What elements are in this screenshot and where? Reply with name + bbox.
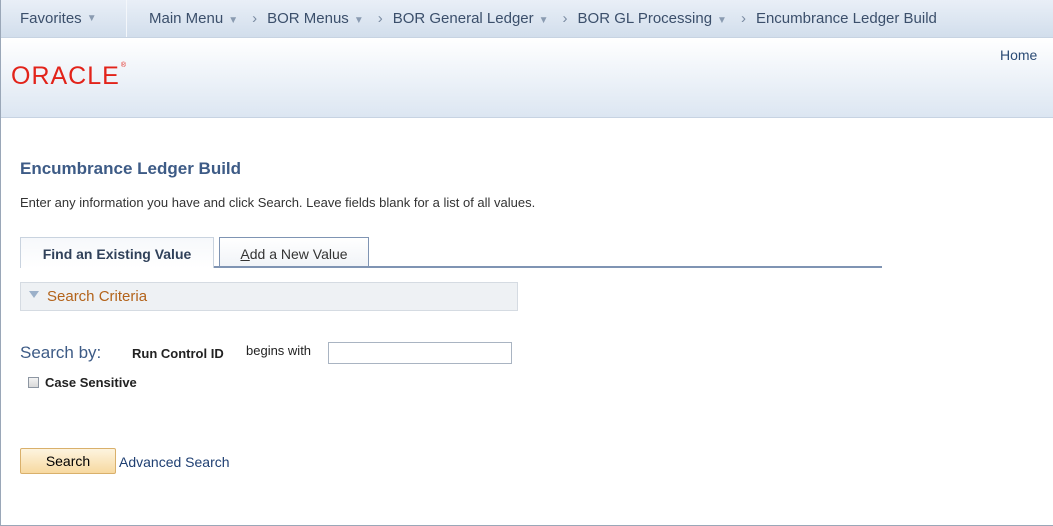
tab-accesskey: A <box>240 246 250 262</box>
advanced-search-link[interactable]: Advanced Search <box>119 454 230 470</box>
run-control-id-label: Run Control ID <box>132 346 224 361</box>
page-title: Encumbrance Ledger Build <box>20 159 242 178</box>
page-header: ORACLE® Home <box>1 38 1053 118</box>
chevron-right-icon: › <box>252 10 258 27</box>
breadcrumb-label: BOR General Ledger <box>392 10 534 27</box>
breadcrumb: Main Menu ▼ › BOR Menus ▼ › BOR General Le… <box>149 10 937 27</box>
favorites-label: Favorites <box>20 10 82 27</box>
search-criteria-label: Search Criteria <box>47 288 148 305</box>
home-link[interactable]: Home <box>1000 47 1037 63</box>
chevron-down-icon: ▼ <box>228 15 239 26</box>
tab-find-existing-value[interactable]: Find an Existing Value <box>20 237 214 268</box>
breadcrumb-label: BOR Menus <box>267 10 349 27</box>
chevron-down-icon: ▼ <box>538 15 549 26</box>
breadcrumb-item-current: Encumbrance Ledger Build <box>755 10 937 27</box>
case-sensitive-label: Case Sensitive <box>45 375 137 390</box>
chevron-right-icon: › <box>377 10 383 27</box>
breadcrumb-item-bor-gl-processing[interactable]: BOR GL Processing ▼ <box>578 10 727 27</box>
oracle-logo: ORACLE® <box>11 62 127 91</box>
operator-label: begins with <box>246 343 312 358</box>
main-menu-label: Main Menu <box>149 10 224 27</box>
case-sensitive-checkbox[interactable] <box>28 377 39 388</box>
chevron-down-icon: ▼ <box>353 15 364 26</box>
chevron-down-icon: ▼ <box>717 15 727 26</box>
trademark-mark: ® <box>120 62 127 69</box>
search-by-label: Search by: <box>20 343 102 362</box>
breadcrumb-label: BOR GL Processing <box>577 10 713 27</box>
run-control-id-input[interactable] <box>328 342 512 364</box>
navigation-bar: Favorites ▼ Main Menu ▼ › BOR Menus ▼ › BO… <box>1 0 1053 38</box>
chevron-right-icon: › <box>740 10 746 27</box>
instructions-text: Enter any information you have and click… <box>20 195 536 210</box>
page-frame: Favorites ▼ Main Menu ▼ › BOR Menus ▼ › BO… <box>0 0 1053 526</box>
search-button[interactable]: Search <box>20 448 116 474</box>
search-criteria-panel[interactable]: Search Criteria <box>20 282 518 311</box>
nav-divider <box>126 0 127 37</box>
chevron-down-icon: ▼ <box>86 13 97 24</box>
collapse-triangle-icon <box>29 291 39 298</box>
favorites-menu[interactable]: Favorites ▼ <box>20 10 97 27</box>
tab-label-rest: dd a New Value <box>249 246 348 262</box>
chevron-right-icon: › <box>562 10 568 27</box>
tab-add-new-value[interactable]: Add a New Value <box>219 237 369 268</box>
breadcrumb-item-bor-menus[interactable]: BOR Menus ▼ <box>267 10 364 27</box>
logo-text: ORACLE <box>11 62 120 90</box>
breadcrumb-item-bor-general-ledger[interactable]: BOR General Ledger ▼ <box>393 10 549 27</box>
main-menu-link[interactable]: Main Menu ▼ <box>149 10 238 27</box>
